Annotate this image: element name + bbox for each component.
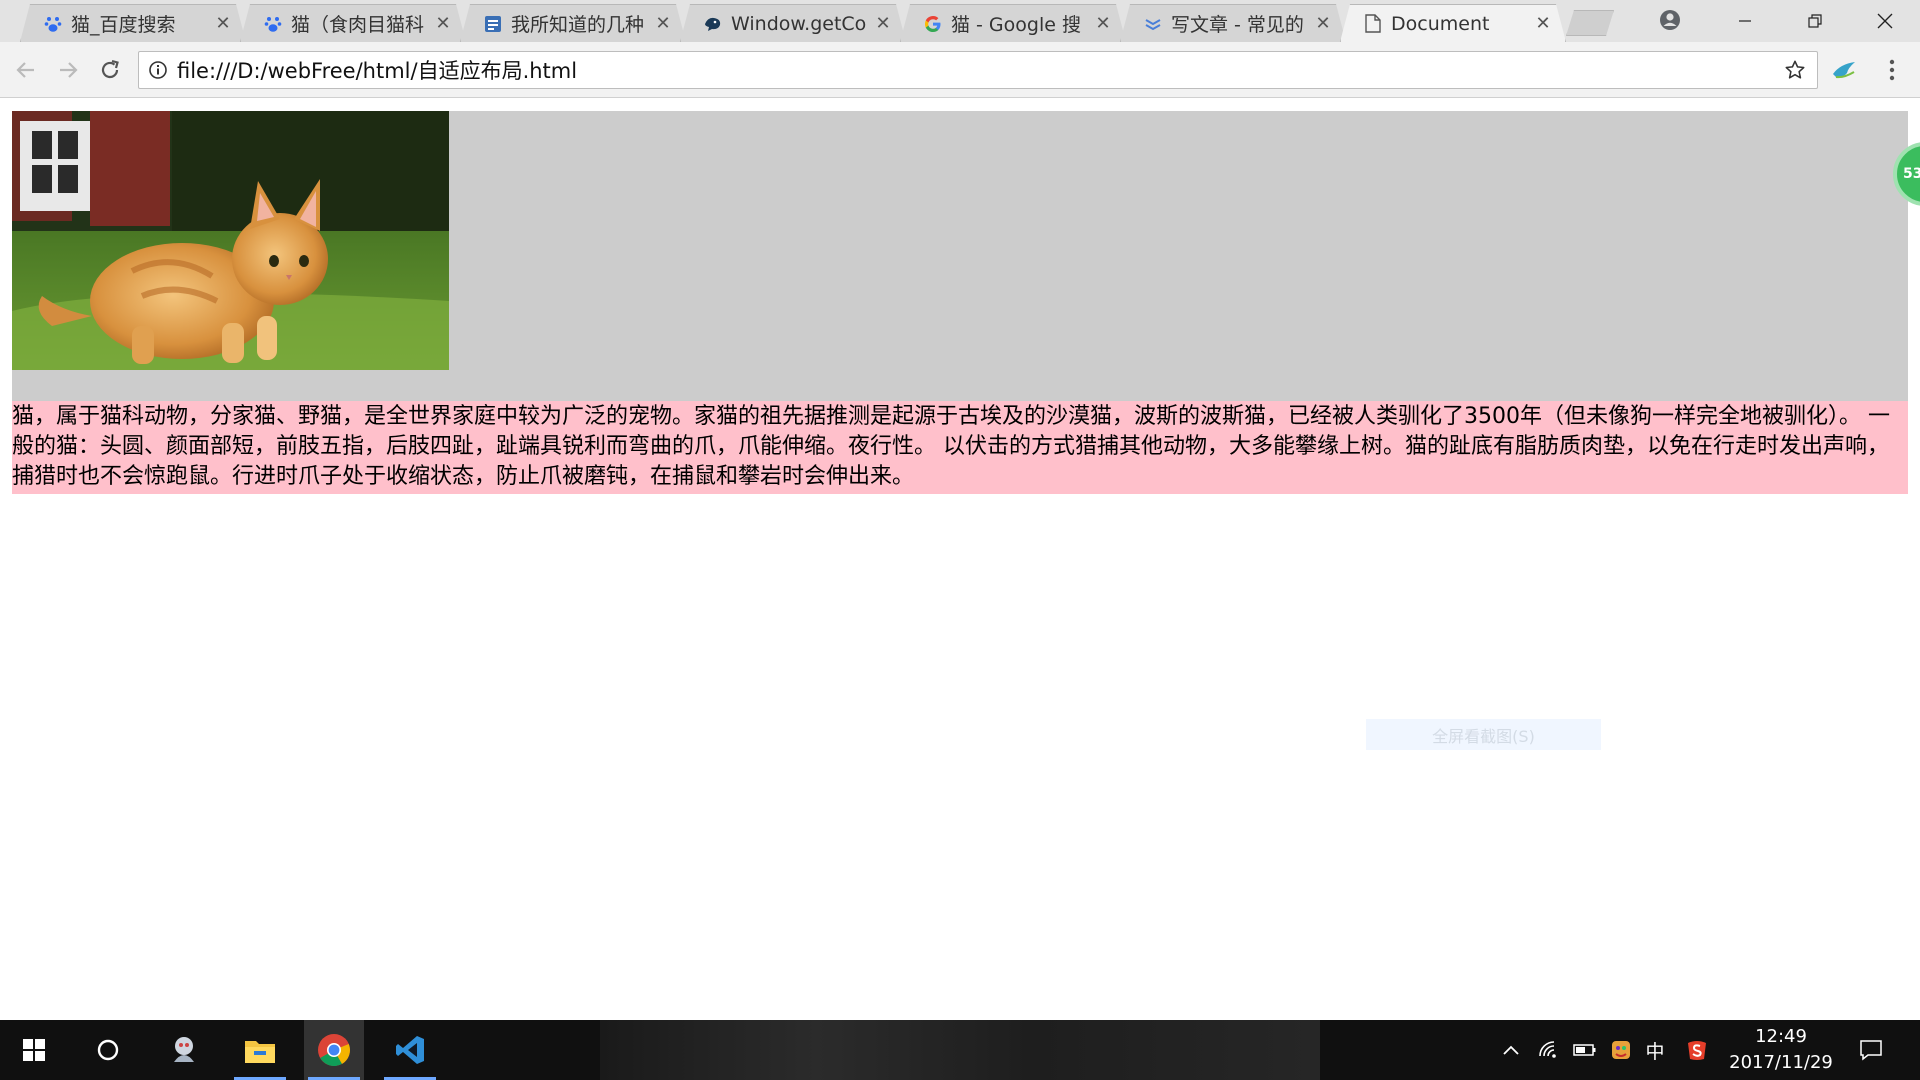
tray-app-icon[interactable] — [1608, 1038, 1634, 1062]
tab-close-icon[interactable]: ✕ — [1093, 14, 1113, 34]
tab-title: Window.getCo — [731, 12, 867, 35]
baidu-paw-icon — [43, 14, 63, 34]
tab-title: 我所知道的几种 — [511, 14, 645, 36]
back-arrow-icon — [16, 62, 34, 78]
address-bar[interactable]: file:///D:/webFree/html/自适应布局.html — [138, 51, 1818, 89]
folder-icon — [245, 1041, 275, 1063]
show-hidden-icons-chevron-icon[interactable] — [1498, 1038, 1524, 1062]
page-viewport: 猫，属于猫科动物，分家猫、野猫，是全世界家庭中较为广泛的宠物。家猫的祖先据推测是… — [0, 99, 1920, 1020]
tab-close-icon[interactable]: ✕ — [873, 14, 893, 34]
menu-kebab-icon[interactable] — [1878, 56, 1906, 84]
forward-button[interactable] — [52, 54, 84, 86]
restore-button[interactable] — [1780, 0, 1850, 42]
reload-button[interactable] — [94, 54, 126, 86]
restore-icon — [1808, 14, 1822, 28]
new-tab-button[interactable] — [1566, 10, 1614, 36]
tab-close-icon[interactable]: ✕ — [1533, 14, 1553, 34]
tab-mdn[interactable]: Window.getCo ✕ — [680, 4, 906, 42]
taskbar-background-image — [600, 1020, 1320, 1080]
taskbar-file-explorer[interactable] — [230, 1020, 290, 1080]
tab-title: Document — [1391, 12, 1490, 35]
bookmark-star-icon[interactable] — [1773, 52, 1817, 88]
start-button[interactable] — [4, 1020, 64, 1080]
tab-baidu-search[interactable]: 猫_百度搜索 ✕ — [20, 4, 246, 42]
tab-close-icon[interactable]: ✕ — [213, 14, 233, 34]
cat-description-paragraph: 猫，属于猫科动物，分家猫、野猫，是全世界家庭中较为广泛的宠物。家猫的祖先据推测是… — [12, 401, 1908, 494]
tab-title: 写文章 - 常见的 — [1171, 14, 1304, 36]
vscode-icon — [396, 1036, 424, 1064]
taskbar-app-pinned[interactable] — [154, 1020, 214, 1080]
input-method-indicator[interactable]: 中 — [1642, 1038, 1668, 1063]
close-icon — [1877, 13, 1893, 29]
document-icon — [1363, 14, 1383, 34]
reload-icon — [101, 59, 119, 79]
extension-swallow-icon[interactable] — [1830, 56, 1858, 84]
tab-close-icon[interactable]: ✕ — [653, 14, 673, 34]
mdn-icon — [703, 14, 723, 34]
tab-document[interactable]: Document ✕ — [1340, 4, 1566, 42]
tab-google-search[interactable]: 猫 - Google 搜 ✕ — [900, 4, 1126, 42]
tab-strip: 猫_百度搜索 ✕ 猫（食肉目猫科 ✕ 我所知道的几种 ✕ Window.getC… — [0, 0, 1920, 42]
header-banner — [12, 111, 1908, 401]
cortana-circle-icon — [97, 1039, 119, 1061]
tab-title: 猫 - Google 搜 — [951, 14, 1081, 36]
minimize-icon — [1739, 20, 1751, 22]
wifi-icon[interactable] — [1536, 1038, 1562, 1062]
clock-time: 12:49 — [1755, 1026, 1807, 1047]
fullscreen-screenshot-button[interactable]: 全屏看截图(S) — [1366, 719, 1601, 750]
csdn-icon — [1143, 14, 1163, 34]
taskbar-clock[interactable]: 12:49 2017/11/29 — [1718, 1024, 1844, 1076]
taskbar-vscode[interactable] — [380, 1020, 440, 1080]
minimize-button[interactable] — [1710, 0, 1780, 42]
sogou-ime-icon[interactable] — [1684, 1038, 1710, 1062]
tab-close-icon[interactable]: ✕ — [1313, 14, 1333, 34]
chrome-icon — [318, 1034, 350, 1067]
tab-close-icon[interactable]: ✕ — [433, 14, 453, 34]
baidu-paw-icon — [263, 14, 283, 34]
url-text[interactable]: file:///D:/webFree/html/自适应布局.html — [177, 55, 1773, 85]
close-window-button[interactable] — [1850, 0, 1920, 42]
blog-icon — [483, 14, 503, 34]
back-button[interactable] — [10, 54, 42, 86]
tab-title: 猫（食肉目猫科 — [291, 14, 425, 36]
windows-logo-icon — [23, 1039, 45, 1061]
tab-baidu-baike[interactable]: 猫（食肉目猫科 ✕ — [240, 4, 466, 42]
tab-title: 猫_百度搜索 — [71, 14, 176, 36]
info-icon[interactable] — [139, 52, 177, 88]
action-center-icon[interactable] — [1858, 1038, 1884, 1062]
app-character-icon — [174, 1037, 194, 1062]
cat-photo — [12, 111, 449, 370]
profile-icon[interactable] — [1658, 8, 1682, 32]
taskbar-chrome[interactable] — [304, 1020, 364, 1080]
battery-icon[interactable] — [1572, 1038, 1598, 1062]
google-icon — [923, 14, 943, 34]
windows-taskbar: 中 12:49 2017/11/29 — [0, 1020, 1920, 1080]
clock-date: 2017/11/29 — [1729, 1052, 1833, 1073]
browser-toolbar: file:///D:/webFree/html/自适应布局.html — [0, 42, 1920, 98]
cortana-search-button[interactable] — [78, 1020, 138, 1080]
tab-blog[interactable]: 我所知道的几种 ✕ — [460, 4, 686, 42]
tab-csdn-write[interactable]: 写文章 - 常见的 ✕ — [1120, 4, 1346, 42]
forward-arrow-icon — [60, 62, 78, 78]
